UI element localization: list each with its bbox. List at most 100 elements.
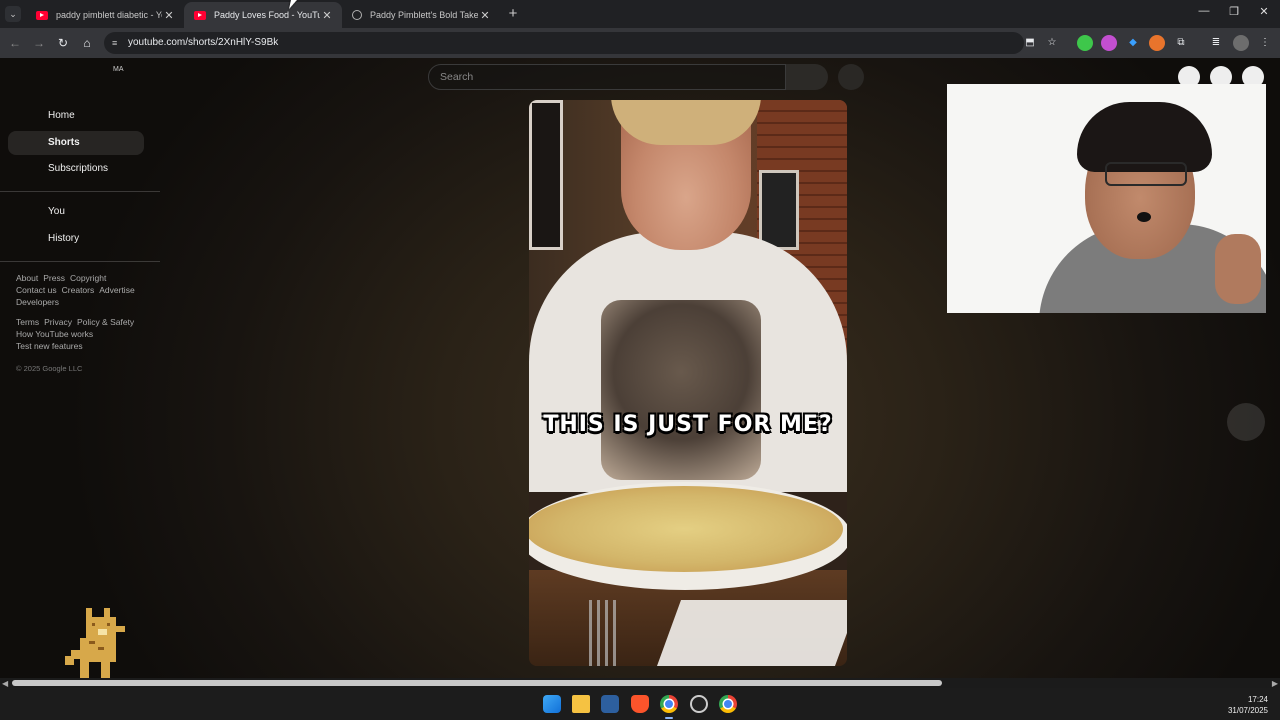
account-initials: MA <box>113 66 124 73</box>
active-app-indicator <box>665 717 673 719</box>
extension-orange-icon[interactable] <box>1149 35 1165 51</box>
media-controls-icon[interactable]: ≣ <box>1208 35 1224 51</box>
start-windows-icon[interactable] <box>543 695 561 713</box>
footer-link-advertise[interactable]: Advertise <box>99 285 134 295</box>
back-arrow-icon[interactable]: ← <box>6 34 24 52</box>
youtube-page: MA Home Shorts Subscriptions You History… <box>0 58 1280 687</box>
video-scene-napkin <box>656 600 847 666</box>
restore-button[interactable]: ❐ <box>1224 5 1244 18</box>
footer-link-copyright[interactable]: Copyright <box>70 273 106 283</box>
tab-1[interactable]: paddy pimblett diabetic - YouTube ✕ <box>26 2 184 28</box>
sidebar-item-label: Subscriptions <box>48 163 109 174</box>
webcam-person-hand <box>1215 234 1261 304</box>
tab-title: Paddy Loves Food - YouTube <box>214 10 320 20</box>
profile-avatar[interactable] <box>1233 35 1249 51</box>
headset-mic-icon <box>1137 212 1151 222</box>
tab-2-active[interactable]: Paddy Loves Food - YouTube ✕ <box>184 2 342 28</box>
sidebar-item-subscriptions[interactable]: Subscriptions <box>8 157 144 181</box>
file-explorer-icon[interactable] <box>572 695 590 713</box>
scroll-left-icon[interactable]: ◀ <box>2 679 8 688</box>
video-scene-shirt-print <box>601 300 761 480</box>
brave-browser-icon[interactable] <box>631 695 649 713</box>
extension-green-icon[interactable] <box>1077 35 1093 51</box>
clock-time: 17:24 <box>1247 695 1268 704</box>
system-clock[interactable]: 17:24 31/07/2025 <box>1228 694 1268 716</box>
sidebar-divider <box>0 261 160 262</box>
search-box[interactable]: Search <box>428 64 786 90</box>
sidebar-item-you[interactable]: You <box>8 200 144 224</box>
footer-link-developers[interactable]: Developers <box>16 297 59 307</box>
copyright-text: © 2025 Google LLC <box>16 364 83 373</box>
youtube-icon <box>194 10 206 20</box>
footer-links-row: Developers <box>16 296 64 308</box>
extension-diamond-icon[interactable]: ◆ <box>1125 35 1141 51</box>
globe-icon <box>352 10 362 20</box>
footer-link-test-new-features[interactable]: Test new features <box>16 341 83 351</box>
pixel-cat-icon <box>65 608 125 683</box>
chrome-icon[interactable] <box>660 695 678 713</box>
video-scene-frame <box>529 100 563 250</box>
video-caption: THIS IS JUST FOR ME? <box>543 412 833 437</box>
forward-arrow-icon[interactable]: → <box>30 34 48 52</box>
windows-taskbar: 17:24 31/07/2025 <box>0 688 1280 720</box>
footer-link-creators[interactable]: Creators <box>62 285 95 295</box>
browser-toolbar: ← → ↻ ⌂ ≡ youtube.com/shorts/2XnHlY-S9Bk… <box>0 28 1280 58</box>
install-app-icon[interactable]: ⬒ <box>1022 35 1038 51</box>
url-text: youtube.com/shorts/2XnHlY-S9Bk <box>128 37 279 48</box>
chrome-profile-icon[interactable] <box>719 695 737 713</box>
clock-date: 31/07/2025 <box>1227 706 1268 715</box>
extensions-puzzle-icon[interactable]: ⧉ <box>1173 35 1189 51</box>
sidebar-item-label: Home <box>48 110 75 121</box>
sidebar-item-shorts[interactable]: Shorts <box>8 131 144 155</box>
sidebar-item-label: History <box>48 233 80 244</box>
more-menu-icon[interactable]: ⋮ <box>1257 35 1273 51</box>
address-bar[interactable]: ≡ youtube.com/shorts/2XnHlY-S9Bk <box>104 32 1024 54</box>
tab-3[interactable]: Paddy Pimblett's Bold Take - YouTube ✕ <box>342 2 500 28</box>
footer-links-row: Contact us Creators Advertise <box>16 284 140 296</box>
shorts-video-player[interactable]: THIS IS JUST FOR ME? <box>529 100 847 666</box>
tab-strip: ⌄ paddy pimblett diabetic - YouTube ✕ Pa… <box>0 0 1280 28</box>
voice-search-icon[interactable] <box>838 64 864 90</box>
next-video-button[interactable] <box>1227 403 1265 441</box>
video-scene-fork <box>589 600 619 666</box>
footer-link-about[interactable]: About <box>16 273 38 283</box>
footer-link-contact[interactable]: Contact us <box>16 285 57 295</box>
footer-link-how-youtube-works[interactable]: How YouTube works <box>16 329 93 339</box>
sidebar-item-label: You <box>48 206 65 217</box>
sidebar-divider <box>0 191 160 192</box>
footer-link-terms[interactable]: Terms <box>16 317 39 327</box>
sidebar-item-history[interactable]: History <box>8 227 144 251</box>
search-button[interactable] <box>786 64 828 90</box>
footer-link-policy-safety[interactable]: Policy & Safety <box>77 317 134 327</box>
scrollbar-thumb[interactable] <box>12 680 942 686</box>
scroll-right-icon[interactable]: ▶ <box>1272 679 1278 688</box>
close-window-button[interactable]: ✕ <box>1254 5 1274 18</box>
site-info-icon[interactable]: ≡ <box>112 37 122 49</box>
close-tab-icon[interactable]: ✕ <box>162 9 176 22</box>
new-tab-button[interactable]: + <box>505 6 521 22</box>
tab-search-chevron-icon[interactable]: ⌄ <box>5 6 21 22</box>
webcam-glasses <box>1105 162 1187 186</box>
video-scene-frame <box>759 170 799 250</box>
minimize-button[interactable]: — <box>1194 5 1214 17</box>
tab-title: Paddy Pimblett's Bold Take - YouTube <box>370 10 478 20</box>
footer-links-row: Test new features <box>16 340 88 352</box>
footer-link-privacy[interactable]: Privacy <box>44 317 72 327</box>
footer-link-press[interactable]: Press <box>43 273 65 283</box>
video-scene-pizza <box>529 486 843 572</box>
close-tab-icon[interactable]: ✕ <box>320 9 334 22</box>
search-input[interactable]: Search <box>440 65 473 89</box>
sidebar-item-home[interactable]: Home <box>8 104 144 128</box>
obs-studio-icon[interactable] <box>690 695 708 713</box>
sidebar-item-label: Shorts <box>48 137 80 148</box>
sidebar: MA Home Shorts Subscriptions You History… <box>0 58 160 687</box>
footer-links-row: Terms Privacy Policy & Safety <box>16 316 139 328</box>
footer-links-row: How YouTube works <box>16 328 98 340</box>
extension-purple-icon[interactable] <box>1101 35 1117 51</box>
close-tab-icon[interactable]: ✕ <box>478 9 492 22</box>
bookmark-star-icon[interactable]: ☆ <box>1044 35 1060 51</box>
davinci-resolve-icon[interactable] <box>601 695 619 713</box>
horizontal-scrollbar[interactable]: ◀ ▶ <box>0 678 1280 688</box>
reload-icon[interactable]: ↻ <box>54 34 72 52</box>
home-icon[interactable]: ⌂ <box>78 34 96 52</box>
